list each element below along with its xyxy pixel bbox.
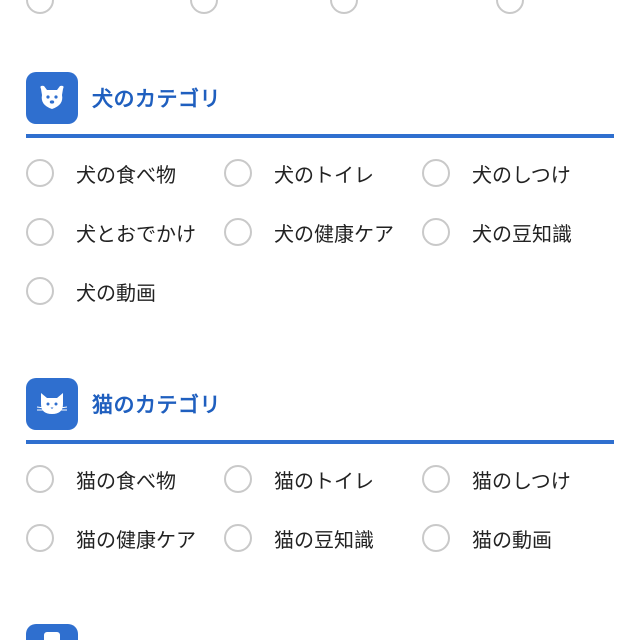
option-cat-training[interactable]: 猫のしつけ: [422, 462, 571, 496]
option-cat-health[interactable]: 猫の健康ケア: [26, 521, 196, 555]
option-label: 犬のトイレ: [274, 162, 374, 187]
radio-button[interactable]: [26, 159, 54, 187]
option-label: 犬の豆知識: [472, 221, 572, 246]
option-label: 犬とおでかけ: [76, 221, 196, 246]
option-label: 猫の食べ物: [76, 468, 176, 493]
radio-button[interactable]: [422, 159, 450, 187]
category-filter-page: 犬のカテゴリ 犬の食べ物 犬のトイレ 犬のしつけ 犬とおでかけ 犬の健康ケア 犬…: [0, 0, 640, 640]
option-dog-toilet[interactable]: 犬のトイレ: [224, 156, 374, 190]
radio-button[interactable]: [422, 524, 450, 552]
section-title: 犬のカテゴリ: [92, 87, 221, 111]
radio-button[interactable]: [26, 524, 54, 552]
option-dog-outing[interactable]: 犬とおでかけ: [26, 215, 196, 249]
radio-button[interactable]: [224, 218, 252, 246]
option-label: 猫の健康ケア: [76, 527, 196, 552]
option-cat-video[interactable]: 猫の動画: [422, 521, 552, 555]
radio-button[interactable]: [224, 524, 252, 552]
cat-face-icon: [26, 378, 78, 430]
option-dog-health[interactable]: 犬の健康ケア: [224, 215, 394, 249]
option-cat-food[interactable]: 猫の食べ物: [26, 462, 176, 496]
previous-section-options: [0, 0, 640, 14]
radio-button[interactable]: [224, 465, 252, 493]
option-dog-trivia[interactable]: 犬の豆知識: [422, 215, 572, 249]
radio-button[interactable]: [26, 0, 54, 14]
dog-category-section: 犬のカテゴリ 犬の食べ物 犬のトイレ 犬のしつけ 犬とおでかけ 犬の健康ケア 犬…: [26, 72, 614, 305]
radio-button[interactable]: [422, 218, 450, 246]
option-label: 犬の動画: [76, 280, 156, 305]
radio-button[interactable]: [26, 465, 54, 493]
option-dog-video[interactable]: 犬の動画: [26, 274, 156, 308]
option-cat-trivia[interactable]: 猫の豆知識: [224, 521, 374, 555]
next-section-icon: [26, 624, 78, 640]
option-label: 猫の動画: [472, 527, 552, 552]
radio-button[interactable]: [422, 465, 450, 493]
section-header: 猫のカテゴリ: [26, 378, 614, 430]
section-divider: [26, 134, 614, 138]
option-cat-toilet[interactable]: 猫のトイレ: [224, 462, 374, 496]
section-divider: [26, 440, 614, 444]
radio-button[interactable]: [190, 0, 218, 14]
option-dog-food[interactable]: 犬の食べ物: [26, 156, 176, 190]
option-label: 犬の食べ物: [76, 162, 176, 187]
cat-category-section: 猫のカテゴリ 猫の食べ物 猫のトイレ 猫のしつけ 猫の健康ケア 猫の豆知識 猫の…: [26, 378, 614, 552]
radio-button[interactable]: [224, 159, 252, 187]
section-title: 猫のカテゴリ: [92, 393, 221, 417]
radio-button[interactable]: [496, 0, 524, 14]
option-label: 猫のトイレ: [274, 468, 374, 493]
radio-button[interactable]: [26, 277, 54, 305]
radio-button[interactable]: [330, 0, 358, 14]
option-label: 猫の豆知識: [274, 527, 374, 552]
radio-button[interactable]: [26, 218, 54, 246]
dog-face-icon: [26, 72, 78, 124]
option-dog-training[interactable]: 犬のしつけ: [422, 156, 571, 190]
option-label: 猫のしつけ: [472, 468, 571, 493]
option-label: 犬の健康ケア: [274, 221, 394, 246]
option-label: 犬のしつけ: [472, 162, 571, 187]
section-header: 犬のカテゴリ: [26, 72, 614, 124]
